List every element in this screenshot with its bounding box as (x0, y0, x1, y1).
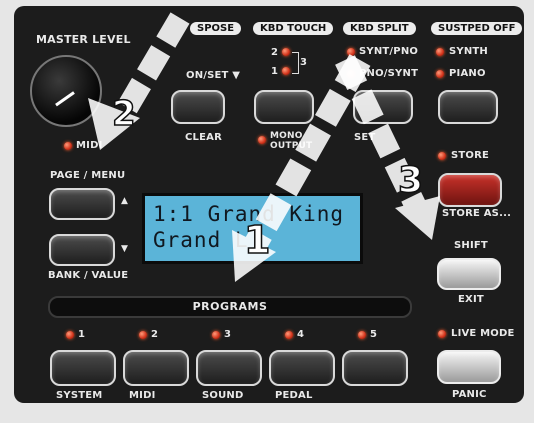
callout-number-3: 3 (397, 159, 424, 202)
callout-arrow-3 (335, 55, 440, 240)
nord-panel: MASTER LEVEL MIDI SPOSE ON/SET ▼ CLEAR K… (0, 0, 534, 423)
callout-number-2: 2 (111, 93, 136, 135)
callout-number-1: 1 (243, 217, 271, 263)
callout-overlay (88, 12, 440, 282)
